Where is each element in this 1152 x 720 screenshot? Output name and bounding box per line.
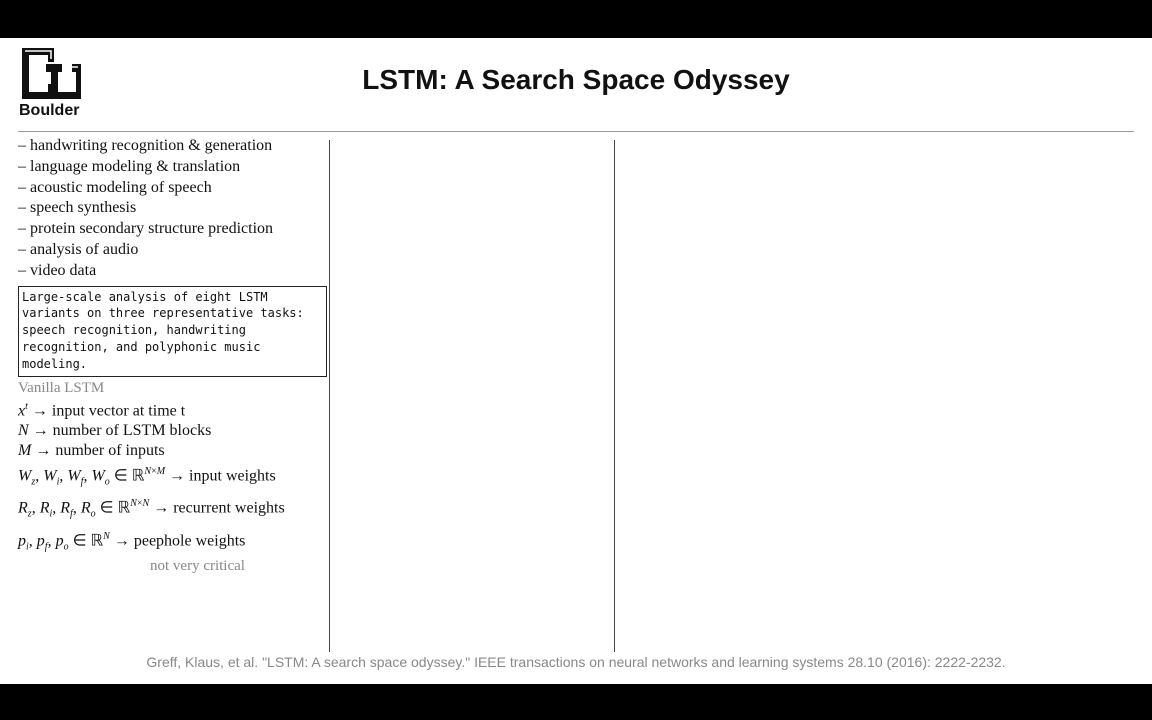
bullet-item: – protein secondary structure prediction	[18, 220, 274, 238]
bullet-item: – language modeling & translation	[18, 157, 241, 175]
slide: Boulder LSTM: A Search Space Odyssey – h…	[0, 38, 1152, 684]
summary-line: recognition, and polyphonic music	[22, 339, 261, 354]
definition-text: recurrent weights	[173, 499, 285, 517]
summary-line: variants on three representative tasks:	[22, 306, 304, 321]
column-divider-2	[614, 140, 615, 652]
notes-column: – handwriting recognition & generation –…	[18, 136, 330, 574]
definition-blocks: N → number of LSTM blocks	[18, 421, 212, 439]
bullet-item: – handwriting recognition & generation	[18, 137, 273, 154]
vanilla-heading: Vanilla LSTM	[18, 379, 105, 396]
top-letterbox	[0, 0, 1152, 38]
bullet-item: – speech synthesis	[18, 199, 137, 217]
summary-line: speech recognition, handwriting	[22, 323, 246, 338]
logo-text: Boulder	[19, 102, 80, 119]
bullet-item: – acoustic modeling of speech	[18, 178, 212, 196]
definition-input-weights: Wz, Wi, Wf, Wo ∈ ℝN×M → input weights	[18, 465, 276, 488]
definition-text: number of LSTM blocks	[52, 421, 212, 439]
bottom-letterbox	[0, 684, 1152, 720]
peephole-note: not very critical	[150, 558, 245, 575]
citation: Greff, Klaus, et al. "LSTM: A search spa…	[146, 654, 1006, 670]
definition-recurrent-weights: Rz, Ri, Rf, Ro ∈ ℝN×N → recurrent weight…	[18, 498, 285, 520]
summary-line: Large-scale analysis of eight LSTM	[22, 289, 268, 304]
header-rule	[18, 131, 1134, 132]
definition-text: input weights	[189, 467, 276, 485]
summary-line: modeling.	[22, 356, 88, 371]
definition-inputs: M → number of inputs	[18, 441, 165, 459]
definition-text: number of inputs	[55, 441, 165, 459]
bullet-item: – analysis of audio	[18, 240, 139, 258]
summary-box: Large-scale analysis of eight LSTM varia…	[18, 285, 327, 377]
definition-text: peephole weights	[133, 532, 246, 550]
bullet-item: – video data	[18, 261, 97, 279]
slide-title: LSTM: A Search Space Odyssey	[362, 64, 790, 95]
definition-peephole-weights: pi, pf, po ∈ ℝN → peephole weights	[18, 530, 246, 553]
definition-input-vector: xt → input vector at time t	[18, 400, 186, 419]
definition-text: input vector at time t	[51, 401, 186, 419]
